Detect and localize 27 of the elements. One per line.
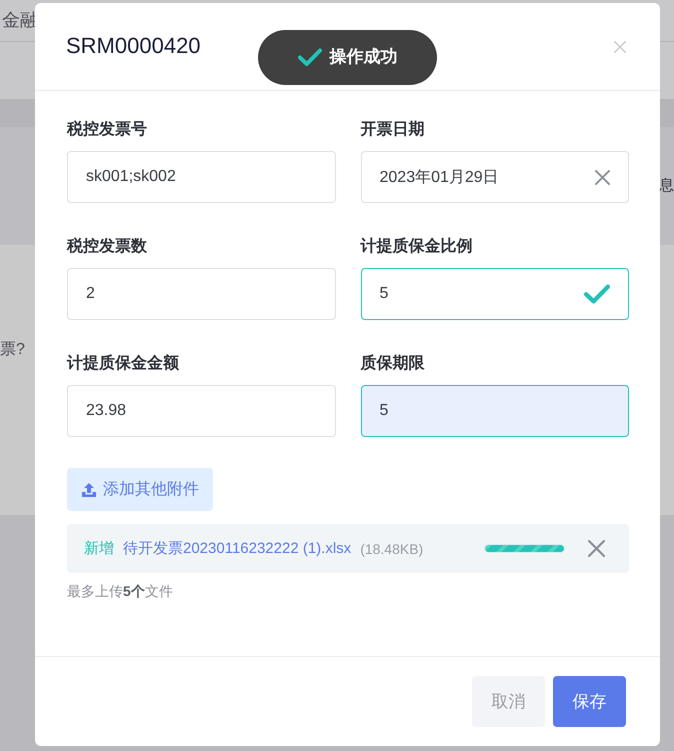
clear-icon[interactable] (595, 170, 610, 184)
check-icon (298, 48, 322, 67)
background-text: 息 (659, 177, 674, 195)
upload-icon (81, 482, 97, 498)
field-label: 计提质保金金额 (67, 353, 179, 374)
file-name-link[interactable]: 待开发票20230116232222 (1).xlsx (123, 539, 352, 558)
field-label: 开票日期 (360, 120, 424, 140)
dialog-title: SRM0000420 (66, 33, 201, 60)
upload-hint: 最多上传5个文件 (67, 582, 173, 601)
file-status: 新增 (84, 539, 114, 558)
field-label: 税控发票数 (67, 236, 147, 257)
file-size: (18.48KB) (360, 540, 424, 556)
input-field[interactable]: 5 (360, 385, 629, 437)
input-field[interactable]: 23.98 (67, 385, 336, 437)
field-label: 质保期限 (360, 353, 424, 374)
field-label: 计提质保金比例 (360, 236, 472, 257)
save-button[interactable]: 保存 (553, 676, 626, 727)
input-field[interactable]: 5 (360, 268, 629, 320)
check-icon (584, 284, 610, 304)
date-field[interactable]: 2023年01月29日 (360, 151, 629, 203)
background-text: 票? (0, 340, 25, 360)
input-field[interactable]: 2 (67, 268, 336, 320)
remove-icon[interactable] (588, 540, 605, 557)
toast-message: 操作成功 (330, 47, 398, 68)
input-field[interactable]: sk001;sk002 (67, 151, 336, 203)
close-icon[interactable] (614, 40, 626, 52)
field-label: 税控发票号 (67, 119, 147, 140)
